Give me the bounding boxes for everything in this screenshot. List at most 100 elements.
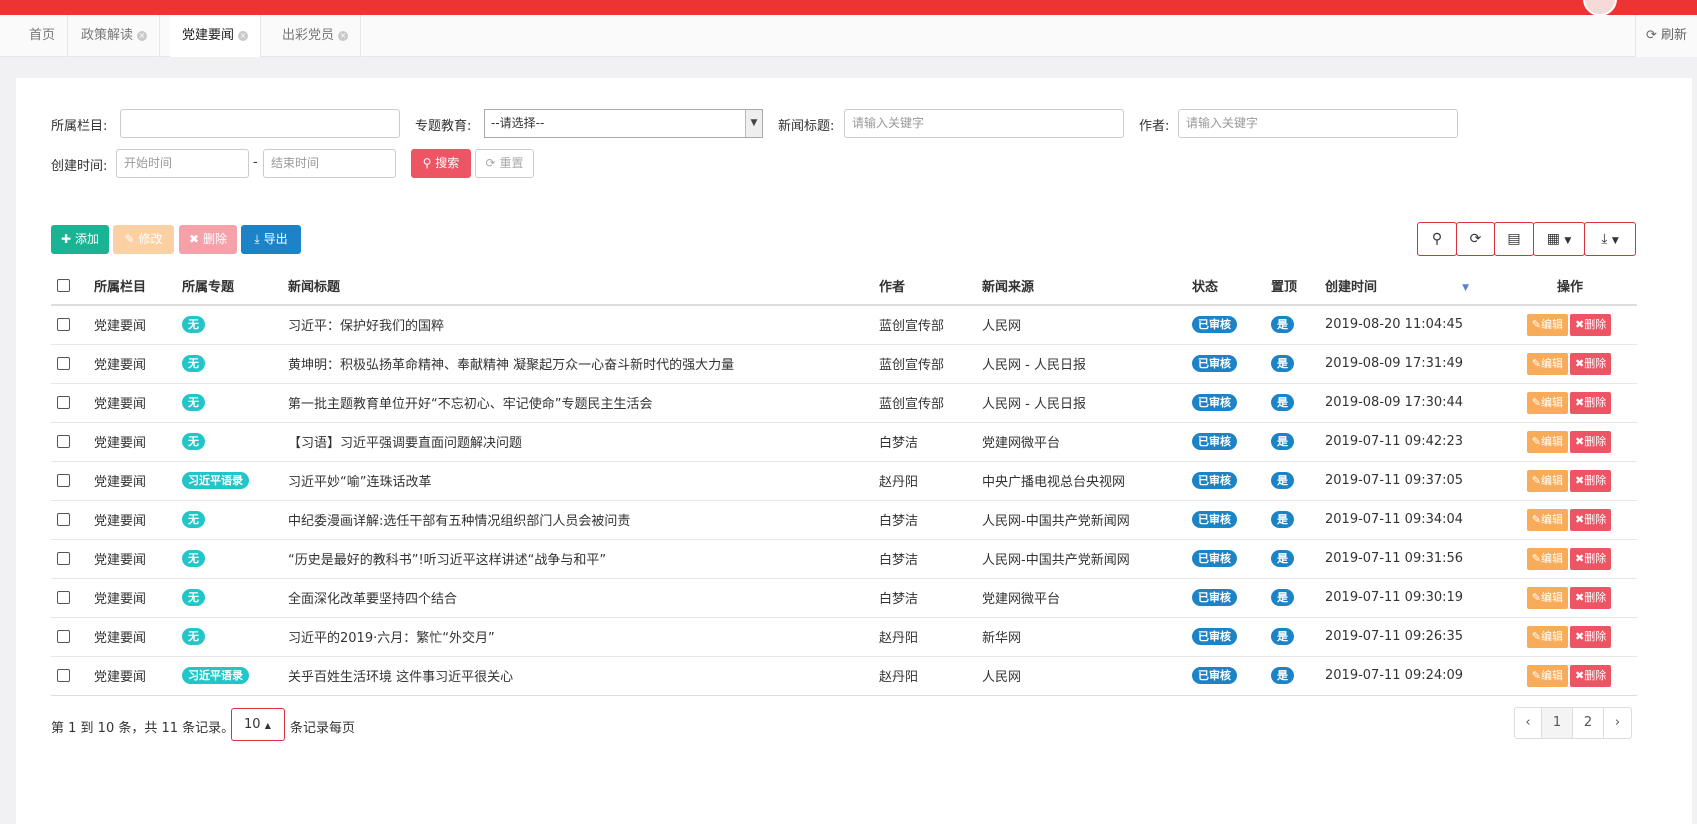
row-checkbox[interactable] [57, 513, 70, 526]
row-delete-button[interactable]: ✖删除 [1570, 586, 1612, 609]
row-select-cell [51, 539, 88, 579]
table-row[interactable]: 党建要闻无 黄坤明：积极弘扬革命精神、奉献精神 凝聚起万众一心奋斗新时代的强大力量… [51, 344, 1637, 384]
sort-desc-icon[interactable]: ▼ [1462, 283, 1469, 293]
close-icon[interactable]: × [238, 31, 249, 41]
cell-source: 人民网 [976, 656, 1186, 696]
row-checkbox[interactable] [57, 435, 70, 448]
table-row[interactable]: 党建要闻无 全面深化改革要坚持四个结合 白梦洁 党建网微平台 已审核 是 2019-07-1… [51, 578, 1637, 618]
row-delete-button[interactable]: ✖删除 [1570, 625, 1612, 648]
row-checkbox[interactable] [57, 669, 70, 682]
row-delete-button[interactable]: ✖删除 [1570, 391, 1612, 414]
avatar[interactable] [1583, 0, 1617, 16]
table-row[interactable]: 党建要闻 习近平语录 关乎百姓生活环境 这件事习近平很关心 赵丹阳 人民网 已审核 是 201… [51, 656, 1637, 696]
header-status[interactable]: 状态 [1186, 267, 1265, 306]
export-button[interactable]: ⤓ 导出 [241, 225, 301, 254]
select-all-checkbox[interactable] [57, 279, 70, 292]
status-badge: 已审核 [1192, 355, 1237, 372]
table-row[interactable]: 党建要闻无 “历史是最好的教科书”!听习近平这样讲述“战争与和平” 白梦洁 人民网-中… [51, 539, 1637, 579]
author-input[interactable]: 请输入关键字 [1178, 109, 1458, 138]
end-time-input[interactable]: 结束时间 [263, 149, 396, 178]
cell-created: 2019-07-11 09:24:09 [1319, 656, 1503, 696]
close-icon[interactable]: × [338, 31, 349, 41]
tab-outstanding-members[interactable]: 出彩党员 × [270, 15, 362, 57]
row-checkbox[interactable] [57, 474, 70, 487]
tab-party-news[interactable]: 党建要闻 × [170, 15, 262, 57]
row-checkbox[interactable] [57, 318, 70, 332]
top-badge: 是 [1271, 433, 1294, 450]
row-delete-button[interactable]: ✖删除 [1570, 352, 1612, 375]
edit-icon: ✎ [1531, 356, 1541, 370]
header-source[interactable]: 新闻来源 [976, 267, 1186, 306]
news-title-input[interactable]: 请输入关键字 [844, 109, 1124, 138]
row-checkbox[interactable] [57, 357, 70, 370]
row-edit-button[interactable]: ✎编辑 [1526, 352, 1568, 375]
export-dropdown-button[interactable]: ⤓ ▼ [1584, 222, 1636, 256]
export-button-label: 导出 [263, 232, 288, 246]
header-created[interactable]: 创建时间 ▼ [1319, 267, 1503, 306]
row-edit-button[interactable]: ✎编辑 [1526, 313, 1568, 336]
row-edit-button[interactable]: ✎编辑 [1526, 430, 1568, 453]
row-delete-button[interactable]: ✖删除 [1570, 469, 1612, 492]
topic-badge: 无 [182, 511, 205, 528]
add-button[interactable]: ✚ 添加 [51, 225, 109, 254]
tab-policy[interactable]: 政策解读 × [69, 15, 161, 57]
row-edit-button[interactable]: ✎编辑 [1526, 547, 1568, 570]
cell-created: 2019-07-11 09:42:23 [1319, 422, 1503, 462]
header-author[interactable]: 作者 [873, 267, 976, 306]
modify-button[interactable]: ✎ 修改 [113, 225, 174, 254]
table-row[interactable]: 党建要闻无 习近平的2019·六月：繁忙“外交月” 赵丹阳 新华网 已审核 是 2019-0… [51, 617, 1637, 657]
table-row[interactable]: 党建要闻无 第一批主题教育单位开好“不忘初心、牢记使命”专题民主生活会 蓝创宣传部人… [51, 383, 1637, 423]
row-checkbox[interactable] [57, 591, 70, 604]
delete-button[interactable]: ✖ 删除 [179, 225, 237, 254]
row-edit-button[interactable]: ✎编辑 [1526, 625, 1568, 648]
cell-top: 是 [1265, 500, 1319, 540]
table-row[interactable]: 党建要闻无 习近平：保护好我们的国粹 蓝创宣传部 人民网 已审核 是 2019-08-20 … [51, 305, 1637, 345]
row-delete-button[interactable]: ✖删除 [1570, 547, 1612, 570]
row-checkbox[interactable] [57, 630, 70, 643]
refresh-button[interactable]: ⟳ 刷新 [1634, 15, 1697, 57]
status-badge: 已审核 [1192, 394, 1237, 411]
cell-actions: ✎编辑 ✖删除 [1503, 461, 1637, 501]
header-title[interactable]: 新闻标题 [282, 267, 873, 306]
row-edit-button[interactable]: ✎编辑 [1526, 391, 1568, 414]
prev-page-button[interactable]: ‹ [1514, 707, 1542, 739]
page-2-button[interactable]: 2 [1572, 707, 1604, 739]
close-icon[interactable]: × [137, 31, 148, 41]
row-edit-button[interactable]: ✎编辑 [1526, 469, 1568, 492]
start-time-input[interactable]: 开始时间 [116, 149, 249, 178]
close-icon: ✖ [1575, 317, 1585, 331]
row-delete-button[interactable]: ✖删除 [1570, 430, 1612, 453]
toggle-search-button[interactable]: ⚲ [1417, 222, 1457, 256]
chevron-down-icon: ▼ [745, 110, 762, 137]
row-edit-label: 编辑 [1541, 551, 1563, 565]
row-delete-button[interactable]: ✖删除 [1570, 664, 1612, 687]
row-delete-button[interactable]: ✖删除 [1570, 313, 1612, 336]
toggle-view-button[interactable]: ▤ [1494, 222, 1534, 256]
cell-topic: 无 [176, 578, 282, 618]
next-page-button[interactable]: › [1603, 707, 1632, 739]
header-topic[interactable]: 所属专题 [176, 267, 282, 306]
cell-title: 关乎百姓生活环境 这件事习近平很关心 [282, 656, 873, 696]
topic-select[interactable]: --请选择-- ▼ [484, 109, 763, 138]
row-checkbox[interactable] [57, 552, 70, 565]
page-size-dropdown[interactable]: 10 ▲ [231, 708, 285, 741]
row-checkbox[interactable] [57, 396, 70, 409]
row-edit-button[interactable]: ✎编辑 [1526, 664, 1568, 687]
table-row[interactable]: 党建要闻无 【习语】习近平强调要直面问题解决问题 白梦洁 党建网微平台 已审核 是 2019… [51, 422, 1637, 462]
columns-button[interactable]: ▦ ▼ [1533, 222, 1585, 256]
table-refresh-button[interactable]: ⟳ [1456, 222, 1495, 256]
page-1-button[interactable]: 1 [1541, 707, 1573, 739]
column-input[interactable] [120, 109, 400, 138]
search-button[interactable]: ⚲ 搜索 [411, 149, 471, 178]
reset-button[interactable]: ⟳ 重置 [475, 149, 534, 178]
table-row[interactable]: 党建要闻 习近平语录 习近平妙“喻”连珠话改革 赵丹阳 中央广播电视总台央视网 已审核 是 2… [51, 461, 1637, 501]
header-column[interactable]: 所属栏目 [88, 267, 176, 306]
reset-icon: ⟳ [485, 156, 496, 170]
row-delete-button[interactable]: ✖删除 [1570, 508, 1612, 531]
row-edit-button[interactable]: ✎编辑 [1526, 508, 1568, 531]
header-top[interactable]: 置顶 [1265, 267, 1319, 306]
cell-created: 2019-08-09 17:31:49 [1319, 344, 1503, 384]
tab-home[interactable]: 首页 [17, 15, 69, 57]
table-row[interactable]: 党建要闻无 中纪委漫画详解:选任干部有五种情况组织部门人员会被问责 白梦洁 人民网-中… [51, 500, 1637, 540]
row-edit-button[interactable]: ✎编辑 [1526, 586, 1568, 609]
